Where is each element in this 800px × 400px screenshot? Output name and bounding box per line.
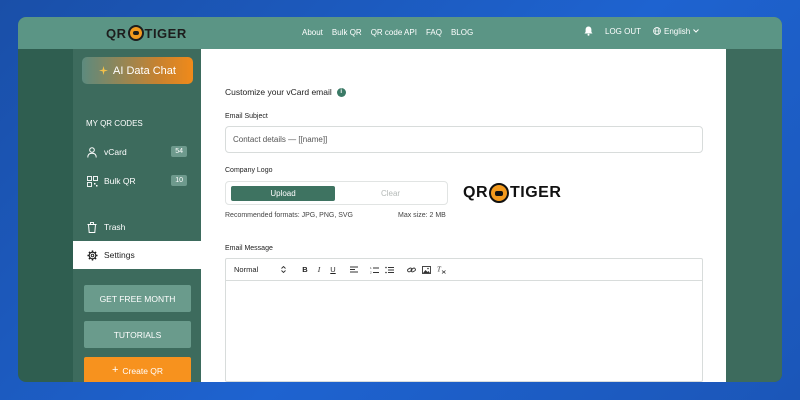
- ai-data-chat-label: AI Data Chat: [113, 64, 176, 77]
- panel-title-text: Customize your vCard email: [225, 87, 332, 97]
- sidebar-item-label: Bulk QR: [104, 176, 136, 186]
- sidebar-item-label: Trash: [104, 222, 126, 232]
- app-window: QR TIGER About Bulk QR QR code API FAQ B…: [18, 17, 782, 382]
- image-icon[interactable]: [420, 264, 432, 276]
- email-subject-label: Email Subject: [225, 113, 268, 120]
- brand-logo[interactable]: QR TIGER: [106, 25, 187, 41]
- editor-body[interactable]: [226, 281, 702, 381]
- chevron-down-icon: [693, 29, 700, 33]
- svg-text:1: 1: [370, 266, 372, 270]
- logo-preview-text-left: QR: [463, 184, 488, 201]
- sidebar: AI Data Chat MY QR CODES vCard 54 Bulk Q…: [73, 49, 201, 382]
- vcard-count-badge: 54: [171, 146, 187, 157]
- editor-toolbar: Normal B I U 12 T: [226, 259, 702, 281]
- trash-icon: [86, 221, 98, 233]
- create-qr-button[interactable]: + Create QR: [84, 357, 191, 382]
- header-actions: LOG OUT English: [584, 26, 700, 36]
- language-select[interactable]: English: [653, 26, 700, 36]
- align-left-icon[interactable]: [348, 264, 360, 276]
- email-message-label: Email Message: [225, 245, 273, 252]
- logo-upload-group: Upload Clear: [225, 181, 448, 205]
- nav-about[interactable]: About: [302, 28, 323, 37]
- logo-preview-text-right: TIGER: [510, 184, 562, 201]
- language-label: English: [664, 26, 691, 36]
- brand-text-right: TIGER: [144, 25, 187, 41]
- right-margin: [726, 49, 782, 382]
- nav-qr-code-api[interactable]: QR code API: [371, 28, 417, 37]
- text-format-value: Normal: [234, 265, 259, 274]
- get-free-month-button[interactable]: GET FREE MONTH: [84, 285, 191, 312]
- nav-faq[interactable]: FAQ: [426, 28, 442, 37]
- tiger-icon: [489, 183, 509, 203]
- nav-blog[interactable]: BLOG: [451, 28, 473, 37]
- panel-title: Customize your vCard email i: [225, 87, 346, 97]
- underline-button[interactable]: U: [326, 264, 340, 276]
- text-format-select[interactable]: Normal: [234, 264, 286, 276]
- svg-text:2: 2: [370, 270, 372, 274]
- company-logo-preview: QR TIGER: [463, 183, 561, 203]
- clear-format-icon[interactable]: T: [435, 264, 447, 276]
- bell-icon[interactable]: [584, 26, 593, 36]
- updown-icon: [281, 266, 286, 273]
- sidebar-item-vcard[interactable]: vCard 54: [73, 138, 201, 166]
- sidebar-item-settings[interactable]: Settings: [73, 241, 201, 269]
- svg-text:T: T: [437, 266, 442, 274]
- bold-button[interactable]: B: [298, 264, 312, 276]
- main-nav: About Bulk QR QR code API FAQ BLOG: [302, 28, 473, 37]
- email-message-editor: Normal B I U 12 T: [225, 258, 703, 382]
- italic-button[interactable]: I: [312, 264, 326, 276]
- tutorials-button[interactable]: TUTORIALS: [84, 321, 191, 348]
- plus-icon: +: [111, 364, 119, 376]
- tiger-icon: [127, 25, 144, 41]
- sparkle-icon: [99, 66, 108, 75]
- top-nav-bar: QR TIGER About Bulk QR QR code API FAQ B…: [18, 17, 782, 49]
- brand-text-left: QR: [106, 25, 127, 41]
- gear-icon: [86, 249, 98, 261]
- logout-link[interactable]: LOG OUT: [605, 27, 641, 36]
- clear-button[interactable]: Clear: [338, 186, 443, 201]
- globe-icon: [653, 27, 661, 35]
- sidebar-item-label: Settings: [104, 250, 135, 260]
- max-size-hint: Max size: 2 MB: [398, 212, 446, 219]
- ai-data-chat-button[interactable]: AI Data Chat: [82, 57, 193, 84]
- sidebar-item-bulk-qr[interactable]: Bulk QR 10: [73, 167, 201, 195]
- sidebar-item-label: vCard: [104, 147, 127, 157]
- email-subject-input[interactable]: Contact details — [[name]]: [225, 126, 703, 153]
- link-icon[interactable]: [405, 264, 417, 276]
- company-logo-label: Company Logo: [225, 167, 273, 174]
- bulk-qr-count-badge: 10: [171, 175, 187, 186]
- qr-code-icon: [86, 175, 98, 187]
- sidebar-item-trash[interactable]: Trash: [73, 213, 201, 241]
- bullet-list-icon[interactable]: [383, 264, 395, 276]
- upload-button[interactable]: Upload: [231, 186, 335, 201]
- user-icon: [86, 146, 98, 158]
- create-qr-label: Create QR: [122, 365, 164, 376]
- settings-panel: Customize your vCard email i Email Subje…: [201, 49, 726, 382]
- info-icon[interactable]: i: [336, 87, 346, 97]
- my-qr-codes-heading: MY QR CODES: [86, 119, 143, 128]
- ordered-list-icon[interactable]: 12: [368, 264, 380, 276]
- recommended-formats-hint: Recommended formats: JPG, PNG, SVG: [225, 212, 353, 219]
- nav-bulk-qr[interactable]: Bulk QR: [332, 28, 362, 37]
